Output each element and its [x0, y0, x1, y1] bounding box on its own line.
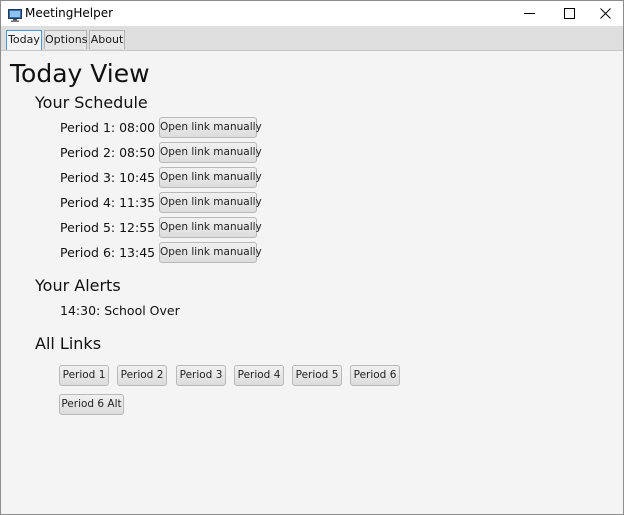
tab-options[interactable]: Options: [44, 30, 87, 49]
period-label: Period 2: 08:50: [60, 145, 156, 160]
period-label: Period 1: 08:00: [60, 120, 156, 135]
minimize-icon: [523, 4, 535, 23]
app-window: MeetingHelper Today Options About Today …: [0, 0, 624, 515]
period-label: Period 6: 13:45: [60, 245, 156, 260]
app-icon: [8, 7, 22, 22]
open-link-manually-button[interactable]: Open link manually: [159, 192, 262, 213]
link-button-period-2[interactable]: Period 2: [117, 365, 167, 386]
open-link-manually-button[interactable]: Open link manually: [159, 142, 262, 163]
period-label: Period 4: 11:35: [60, 195, 156, 210]
link-button-period-6-alt[interactable]: Period 6 Alt: [59, 394, 124, 415]
period-label: Period 3: 10:45: [60, 170, 156, 185]
close-button[interactable]: [585, 1, 623, 26]
tab-bar: Today Options About: [1, 26, 623, 51]
open-link-manually-button[interactable]: Open link manually: [159, 167, 262, 188]
maximize-icon: [563, 4, 575, 23]
alert-item: 14:30: School Over: [60, 303, 180, 318]
schedule-heading: Your Schedule: [35, 93, 148, 112]
link-button-period-5[interactable]: Period 5: [292, 365, 342, 386]
open-link-manually-button[interactable]: Open link manually: [159, 117, 262, 138]
link-button-period-3[interactable]: Period 3: [176, 365, 226, 386]
link-button-period-4[interactable]: Period 4: [234, 365, 284, 386]
tab-today[interactable]: Today: [6, 30, 42, 50]
title-bar[interactable]: MeetingHelper: [1, 1, 623, 26]
alerts-heading: Your Alerts: [35, 276, 121, 295]
tab-about[interactable]: About: [89, 30, 125, 49]
all-links-heading: All Links: [35, 334, 102, 353]
link-button-period-1[interactable]: Period 1: [59, 365, 109, 386]
maximize-button[interactable]: [549, 1, 589, 26]
open-link-manually-button[interactable]: Open link manually: [159, 242, 262, 263]
minimize-button[interactable]: [509, 1, 549, 26]
window-title: MeetingHelper: [25, 6, 114, 20]
open-link-manually-button[interactable]: Open link manually: [159, 217, 262, 238]
page-title: Today View: [10, 59, 150, 88]
period-label: Period 5: 12:55: [60, 220, 156, 235]
link-button-period-6[interactable]: Period 6: [350, 365, 400, 386]
close-icon: [599, 4, 611, 23]
